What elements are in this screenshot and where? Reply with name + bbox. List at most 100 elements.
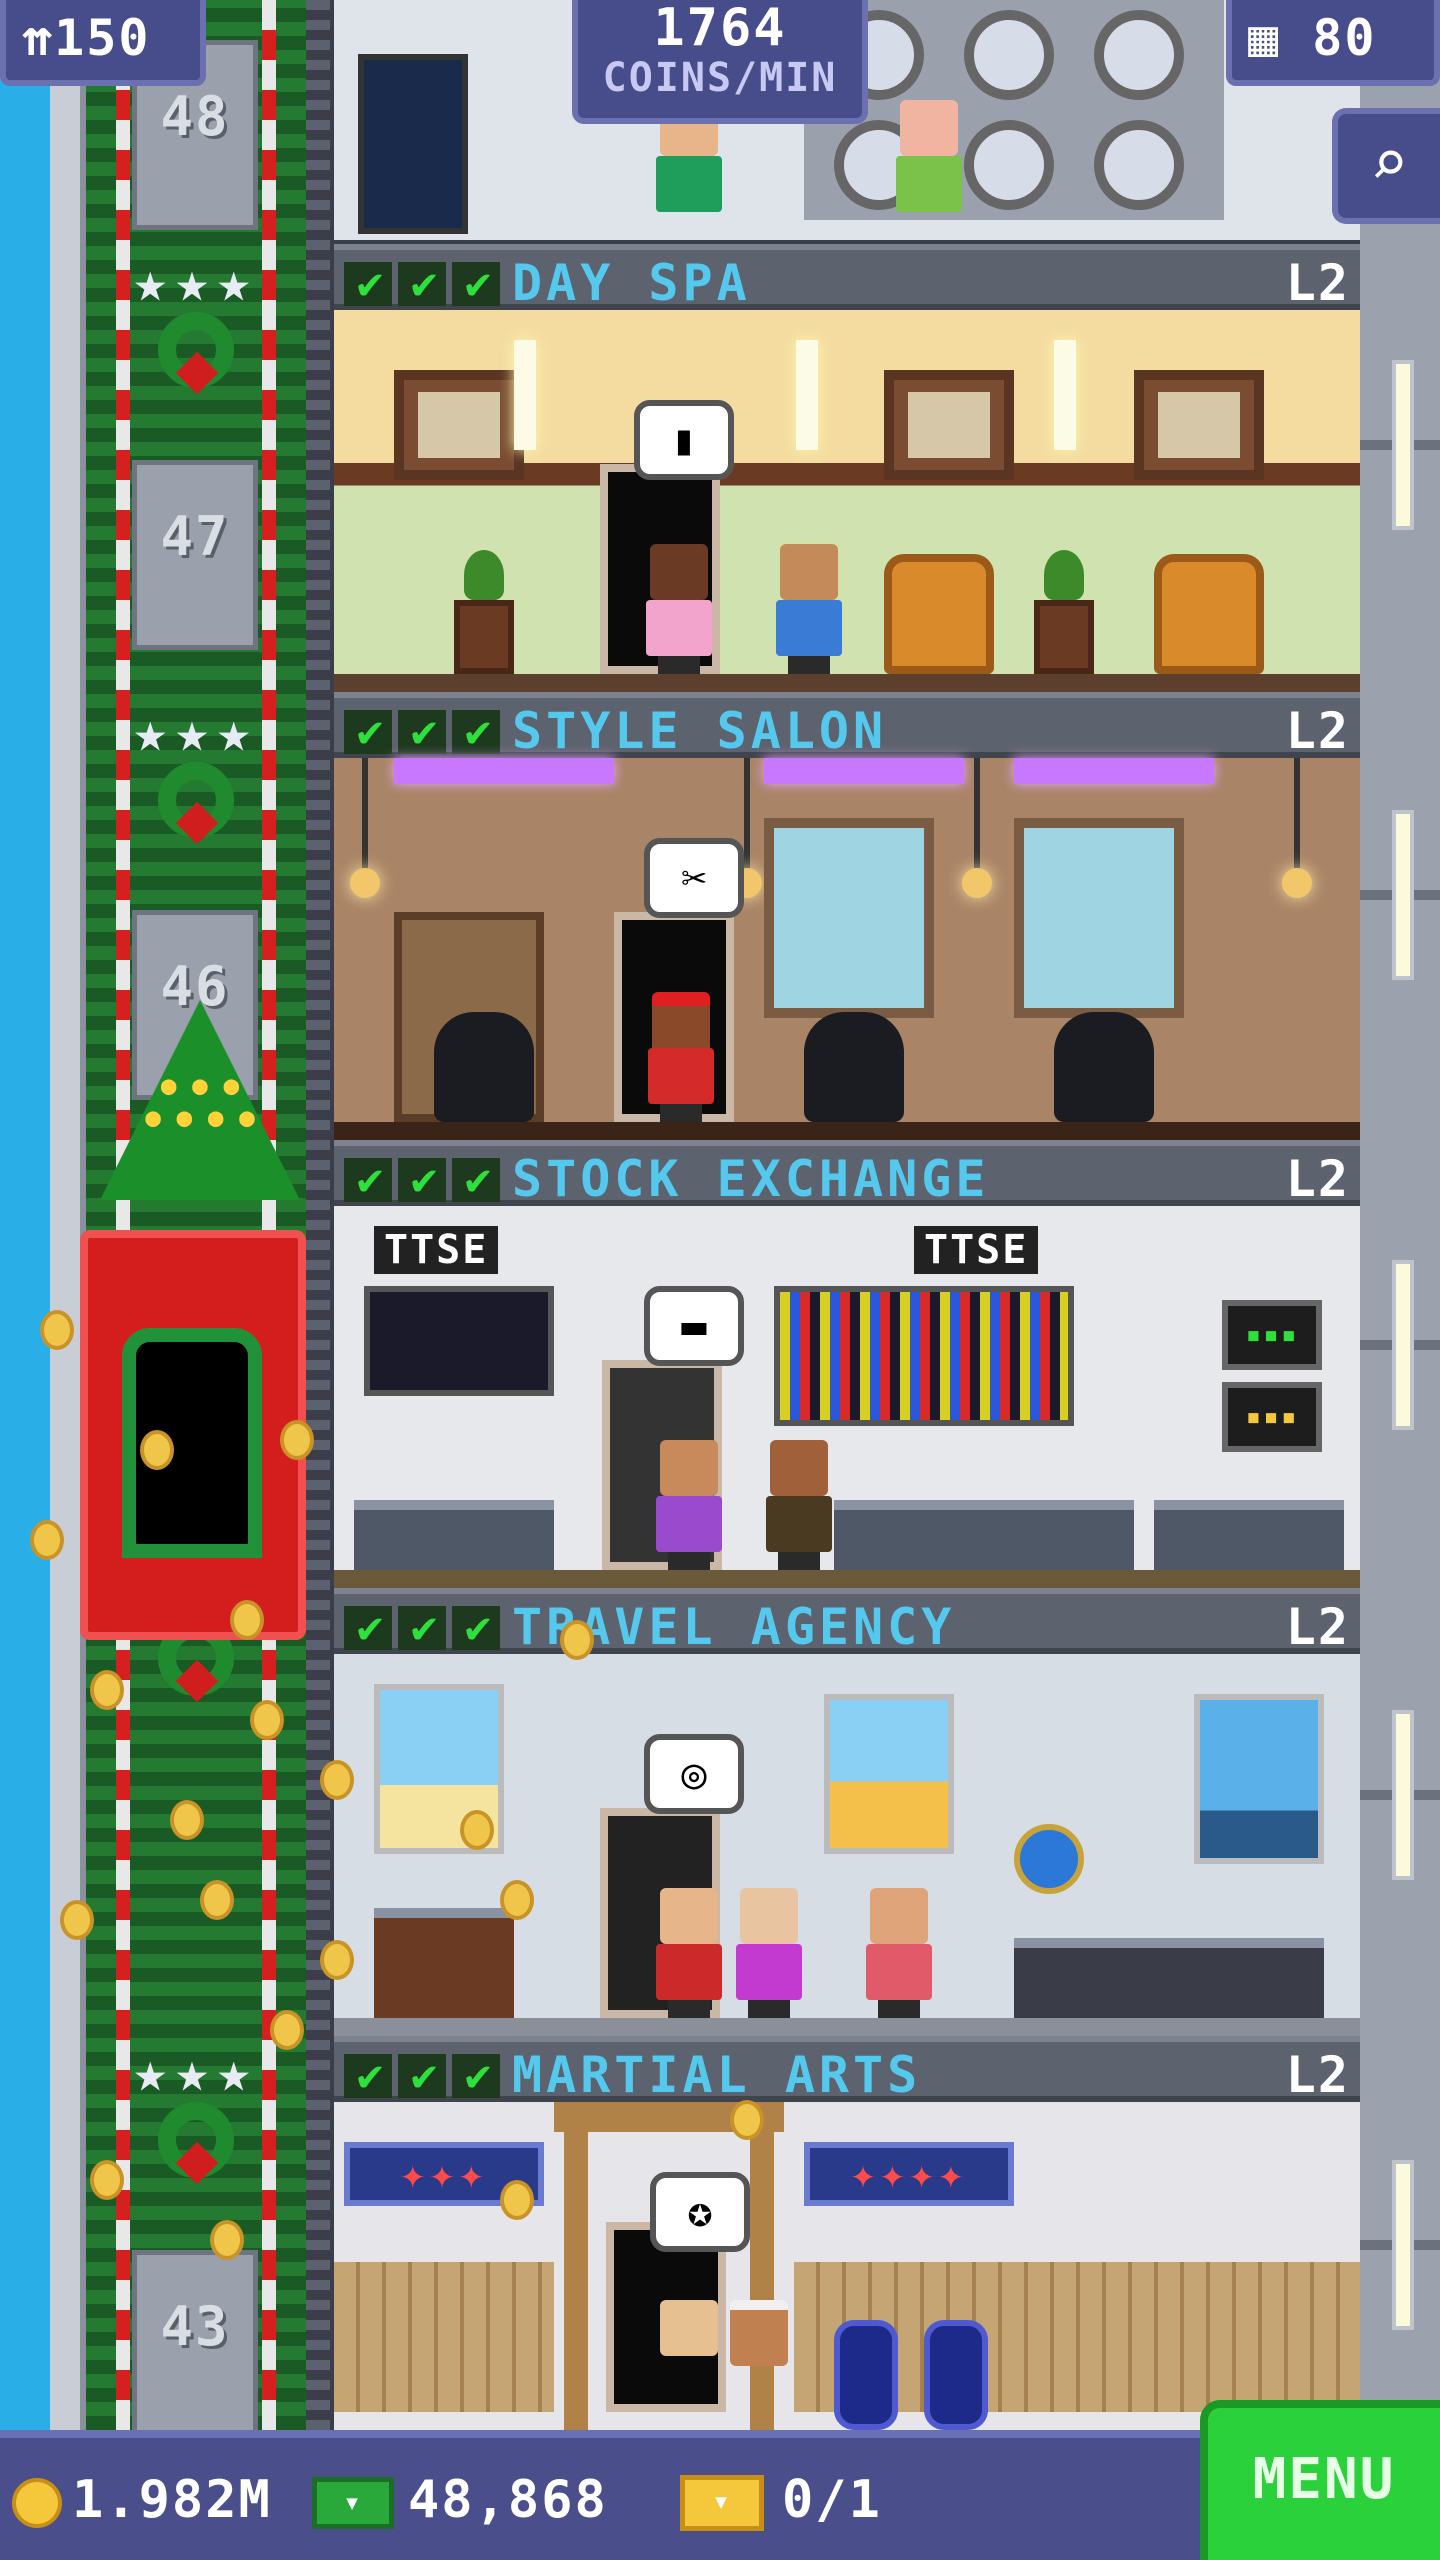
- coin-particle-icon: [140, 1430, 174, 1470]
- menu-button[interactable]: MENU: [1200, 2400, 1440, 2560]
- dojo-barrel: [834, 2320, 898, 2430]
- floor-line: [334, 1122, 1360, 1140]
- floor-name: MARTIAL ARTS: [512, 2046, 922, 2104]
- hanging-lamp-icon: [1282, 758, 1312, 898]
- coins-rate-value: 1764: [653, 0, 787, 58]
- bitizen-legs: [658, 656, 700, 674]
- bux-value: 48,868: [408, 2470, 608, 2530]
- search-button[interactable]: ⌕: [1332, 108, 1440, 224]
- stock-checks: ✔ ✔ ✔: [344, 706, 506, 757]
- floor-style-salon[interactable]: ✔ ✔ ✔ STYLE SALON L2 ✂: [334, 692, 1360, 1140]
- shaft-floor-number: 48: [160, 85, 230, 148]
- floor-name: STYLE SALON: [512, 702, 888, 760]
- bitizen-head: [780, 544, 838, 600]
- check-icon: ✔: [452, 262, 500, 306]
- floor-martial-arts[interactable]: ✔ ✔ ✔ MARTIAL ARTS L2 ✦✦✦ ✦✦✦✦ ✪: [334, 2036, 1360, 2430]
- travel-poster: [824, 1694, 954, 1854]
- tenant-bitizen[interactable]: [774, 544, 844, 674]
- tenant-bitizen[interactable]: [894, 100, 964, 230]
- stock-checks: ✔ ✔ ✔: [344, 2050, 506, 2101]
- bitizen-shirt: [656, 1944, 722, 2000]
- coin-particle-icon: [270, 2010, 304, 2050]
- check-icon: ✔: [344, 262, 392, 306]
- bitizen-shirt: [896, 156, 962, 212]
- vending-machine: [358, 54, 468, 234]
- coins-stat[interactable]: 1.982M: [12, 2460, 272, 2540]
- floor-name: STOCK EXCHANGE: [512, 1150, 990, 1208]
- floor-header: ✔ ✔ ✔ MARTIAL ARTS L2: [334, 2036, 1360, 2104]
- dojo-banner: ✦✦✦✦: [804, 2142, 1014, 2206]
- coin-particle-icon: [90, 1670, 124, 1710]
- check-icon: ✔: [398, 1158, 446, 1202]
- coins-rate-panel: 1764 COINS/MIN: [572, 0, 868, 124]
- stock-chart-screen: [364, 1286, 554, 1396]
- product-bubble-icon[interactable]: ◎: [644, 1734, 744, 1814]
- bux-stat[interactable]: ▾ 48,868: [312, 2460, 608, 2540]
- bux-cash-icon: ▾: [312, 2477, 394, 2529]
- product-bubble-icon[interactable]: ▮: [634, 400, 734, 480]
- plant-icon: [1044, 550, 1084, 600]
- coin-particle-icon: [730, 2100, 764, 2140]
- floor-line: [334, 674, 1360, 692]
- floor-stock-exchange[interactable]: ✔ ✔ ✔ STOCK EXCHANGE L2 TTSE TTSE ▪▪▪ ▪▪▪ …: [334, 1140, 1360, 1588]
- floor-travel-agency[interactable]: ✔ ✔ ✔ TRAVEL AGENCY L2 ◎: [334, 1588, 1360, 2036]
- tenant-bitizen[interactable]: [734, 1888, 804, 2018]
- floor-level: L2: [1285, 254, 1350, 312]
- picture-frame: [1134, 370, 1264, 480]
- tenant-bitizen[interactable]: [654, 1888, 724, 2018]
- population-badge[interactable]: ⇈150: [0, 0, 206, 86]
- cabinet: [374, 1908, 514, 2018]
- bridge-poster: [1194, 1694, 1324, 1864]
- floor-day-spa[interactable]: ✔ ✔ ✔ DAY SPA L2 ▮: [334, 244, 1360, 692]
- floor-header: ✔ ✔ ✔ DAY SPA L2: [334, 244, 1360, 312]
- led-display: ▪▪▪: [1222, 1382, 1322, 1452]
- window-light: [1392, 1260, 1414, 1430]
- check-icon: ✔: [398, 2054, 446, 2098]
- tenant-bitizen[interactable]: [654, 1440, 724, 1570]
- neon-light: [394, 758, 614, 784]
- product-bubble-icon[interactable]: ✂: [644, 838, 744, 918]
- coin-particle-icon: [40, 1310, 74, 1350]
- sky-background: [0, 0, 50, 2430]
- coin-particle-icon: [560, 1620, 594, 1660]
- floor-level: L2: [1285, 2046, 1350, 2104]
- bitizen-legs: [668, 1552, 710, 1570]
- bitizen-shirt: [866, 1944, 932, 2000]
- bitizen-legs: [748, 2000, 790, 2018]
- tenant-bitizen[interactable]: [654, 2300, 724, 2430]
- elevator-car[interactable]: [80, 1230, 306, 1640]
- lamp-icon: [514, 340, 536, 450]
- tenant-bitizen[interactable]: [724, 2300, 794, 2430]
- bitizen-legs: [878, 2000, 920, 2018]
- led-display: ▪▪▪: [1222, 1300, 1322, 1370]
- floor-level: L2: [1285, 1598, 1350, 1656]
- elevator-rail: [306, 0, 330, 2430]
- washer-icon: [1094, 120, 1184, 210]
- tenant-bitizen[interactable]: [644, 544, 714, 674]
- tenant-bitizen[interactable]: [646, 992, 716, 1122]
- plant-icon: [464, 550, 504, 600]
- torii-post: [564, 2102, 588, 2430]
- dojo-wall-panel: [334, 2262, 554, 2412]
- pedestal: [454, 600, 514, 674]
- stock-checks: ✔ ✔ ✔: [344, 1602, 506, 1653]
- wreath-decoration: ★★★: [90, 250, 302, 450]
- floors-badge[interactable]: ▦ 80: [1226, 0, 1440, 86]
- tenant-bitizen[interactable]: [764, 1440, 834, 1570]
- person-stack-icon: ⇈: [22, 9, 55, 67]
- check-icon: ✔: [344, 1158, 392, 1202]
- product-bubble-icon[interactable]: ✪: [650, 2172, 750, 2252]
- coin-particle-icon: [230, 1600, 264, 1640]
- ttse-sign: TTSE: [914, 1226, 1039, 1274]
- window-light: [1392, 1710, 1414, 1880]
- room-interior: ✂: [334, 758, 1360, 1140]
- product-bubble-icon[interactable]: ▬: [644, 1286, 744, 1366]
- coin-particle-icon: [460, 1810, 494, 1850]
- star-icon-row: ★★★: [133, 2040, 259, 2105]
- pedestal: [1034, 600, 1094, 674]
- tickets-stat[interactable]: ▾ 0/1: [680, 2460, 882, 2540]
- tenant-bitizen[interactable]: [864, 1888, 934, 2018]
- check-icon: ✔: [452, 710, 500, 754]
- floor-header: ✔ ✔ ✔ STOCK EXCHANGE L2: [334, 1140, 1360, 1208]
- floor-name: DAY SPA: [512, 254, 751, 312]
